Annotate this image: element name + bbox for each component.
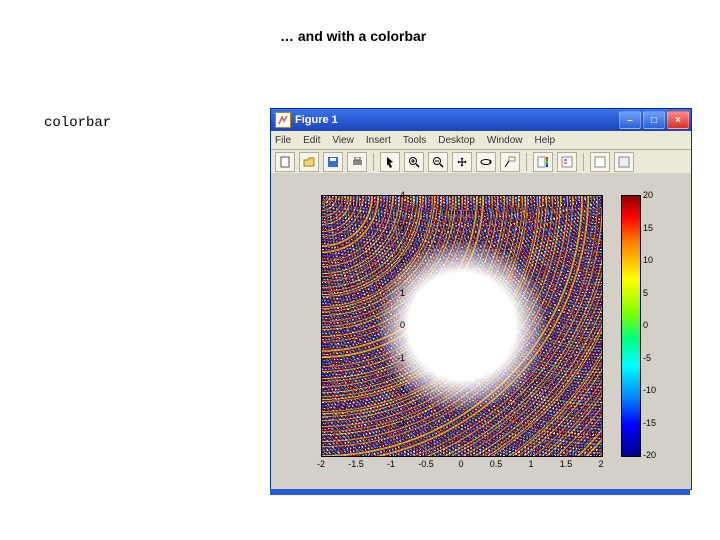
cbtick-n5: -5 <box>643 353 651 363</box>
maximize-button[interactable]: □ <box>643 111 665 129</box>
contour-axes[interactable] <box>321 195 603 457</box>
ytick-n1: -1 <box>385 353 405 363</box>
cbtick-20: 20 <box>643 190 653 200</box>
open-file-icon[interactable] <box>299 152 319 172</box>
zoom-in-icon[interactable] <box>404 152 424 172</box>
colorbar-gradient <box>621 195 641 457</box>
cbtick-n10: -10 <box>643 385 656 395</box>
toolbar <box>271 150 691 175</box>
menu-insert[interactable]: Insert <box>366 135 391 146</box>
ytick-2: 2 <box>385 255 405 265</box>
menu-file[interactable]: File <box>275 135 291 146</box>
menu-edit[interactable]: Edit <box>303 135 320 146</box>
new-file-icon[interactable] <box>275 152 295 172</box>
menu-tools[interactable]: Tools <box>403 135 426 146</box>
xtick-1: 1 <box>528 459 533 469</box>
cbtick-5: 5 <box>643 288 648 298</box>
menu-view[interactable]: View <box>332 135 354 146</box>
cbtick-n15: -15 <box>643 418 656 428</box>
cbtick-0: 0 <box>643 320 648 330</box>
insert-legend-icon[interactable] <box>557 152 577 172</box>
matlab-command-text: colorbar <box>44 115 111 131</box>
menu-desktop[interactable]: Desktop <box>438 135 475 146</box>
window-title: Figure 1 <box>295 114 338 126</box>
figure-window: Figure 1 – □ × File Edit View Insert Too… <box>270 108 692 490</box>
xtick-0: 0 <box>458 459 463 469</box>
xtick-n2: -2 <box>317 459 325 469</box>
ytick-4: 4 <box>385 190 405 200</box>
hide-tools-icon[interactable] <box>614 152 634 172</box>
close-button[interactable]: × <box>667 111 689 129</box>
cbtick-n20: -20 <box>643 450 656 460</box>
save-icon[interactable] <box>323 152 343 172</box>
minimize-button[interactable]: – <box>619 111 641 129</box>
taskbar-fragment <box>270 489 690 495</box>
title-bar[interactable]: Figure 1 – □ × <box>271 109 691 131</box>
figure-body: 4 3 2 1 0 -1 -2 -3 -2 -1.5 -1 -0.5 0 0.5… <box>271 173 691 489</box>
menu-window[interactable]: Window <box>487 135 523 146</box>
contour-plot <box>322 196 602 456</box>
matlab-figure-icon <box>275 112 291 128</box>
data-cursor-icon[interactable] <box>500 152 520 172</box>
menu-help[interactable]: Help <box>535 135 556 146</box>
pan-icon[interactable] <box>452 152 472 172</box>
cbtick-15: 15 <box>643 223 653 233</box>
print-icon[interactable] <box>347 152 367 172</box>
insert-colorbar-icon[interactable] <box>533 152 553 172</box>
xtick-n1: -1 <box>387 459 395 469</box>
xtick-n0p5: -0.5 <box>418 459 434 469</box>
cbtick-10: 10 <box>643 255 653 265</box>
slide-title: … and with a colorbar <box>280 28 426 44</box>
rotate3d-icon[interactable] <box>476 152 496 172</box>
ytick-n3: -3 <box>385 418 405 428</box>
menu-bar: File Edit View Insert Tools Desktop Wind… <box>271 131 691 150</box>
ytick-n2: -2 <box>385 385 405 395</box>
ytick-0: 0 <box>385 320 405 330</box>
ytick-1: 1 <box>385 288 405 298</box>
xtick-0p5: 0.5 <box>490 459 503 469</box>
colorbar[interactable]: 20 15 10 5 0 -5 -10 -15 -20 <box>621 195 681 455</box>
zoom-out-icon[interactable] <box>428 152 448 172</box>
link-plot-icon[interactable] <box>590 152 610 172</box>
xtick-2: 2 <box>598 459 603 469</box>
ytick-3: 3 <box>385 223 405 233</box>
pointer-icon[interactable] <box>380 152 400 172</box>
xtick-1p5: 1.5 <box>560 459 573 469</box>
xtick-n1p5: -1.5 <box>348 459 364 469</box>
